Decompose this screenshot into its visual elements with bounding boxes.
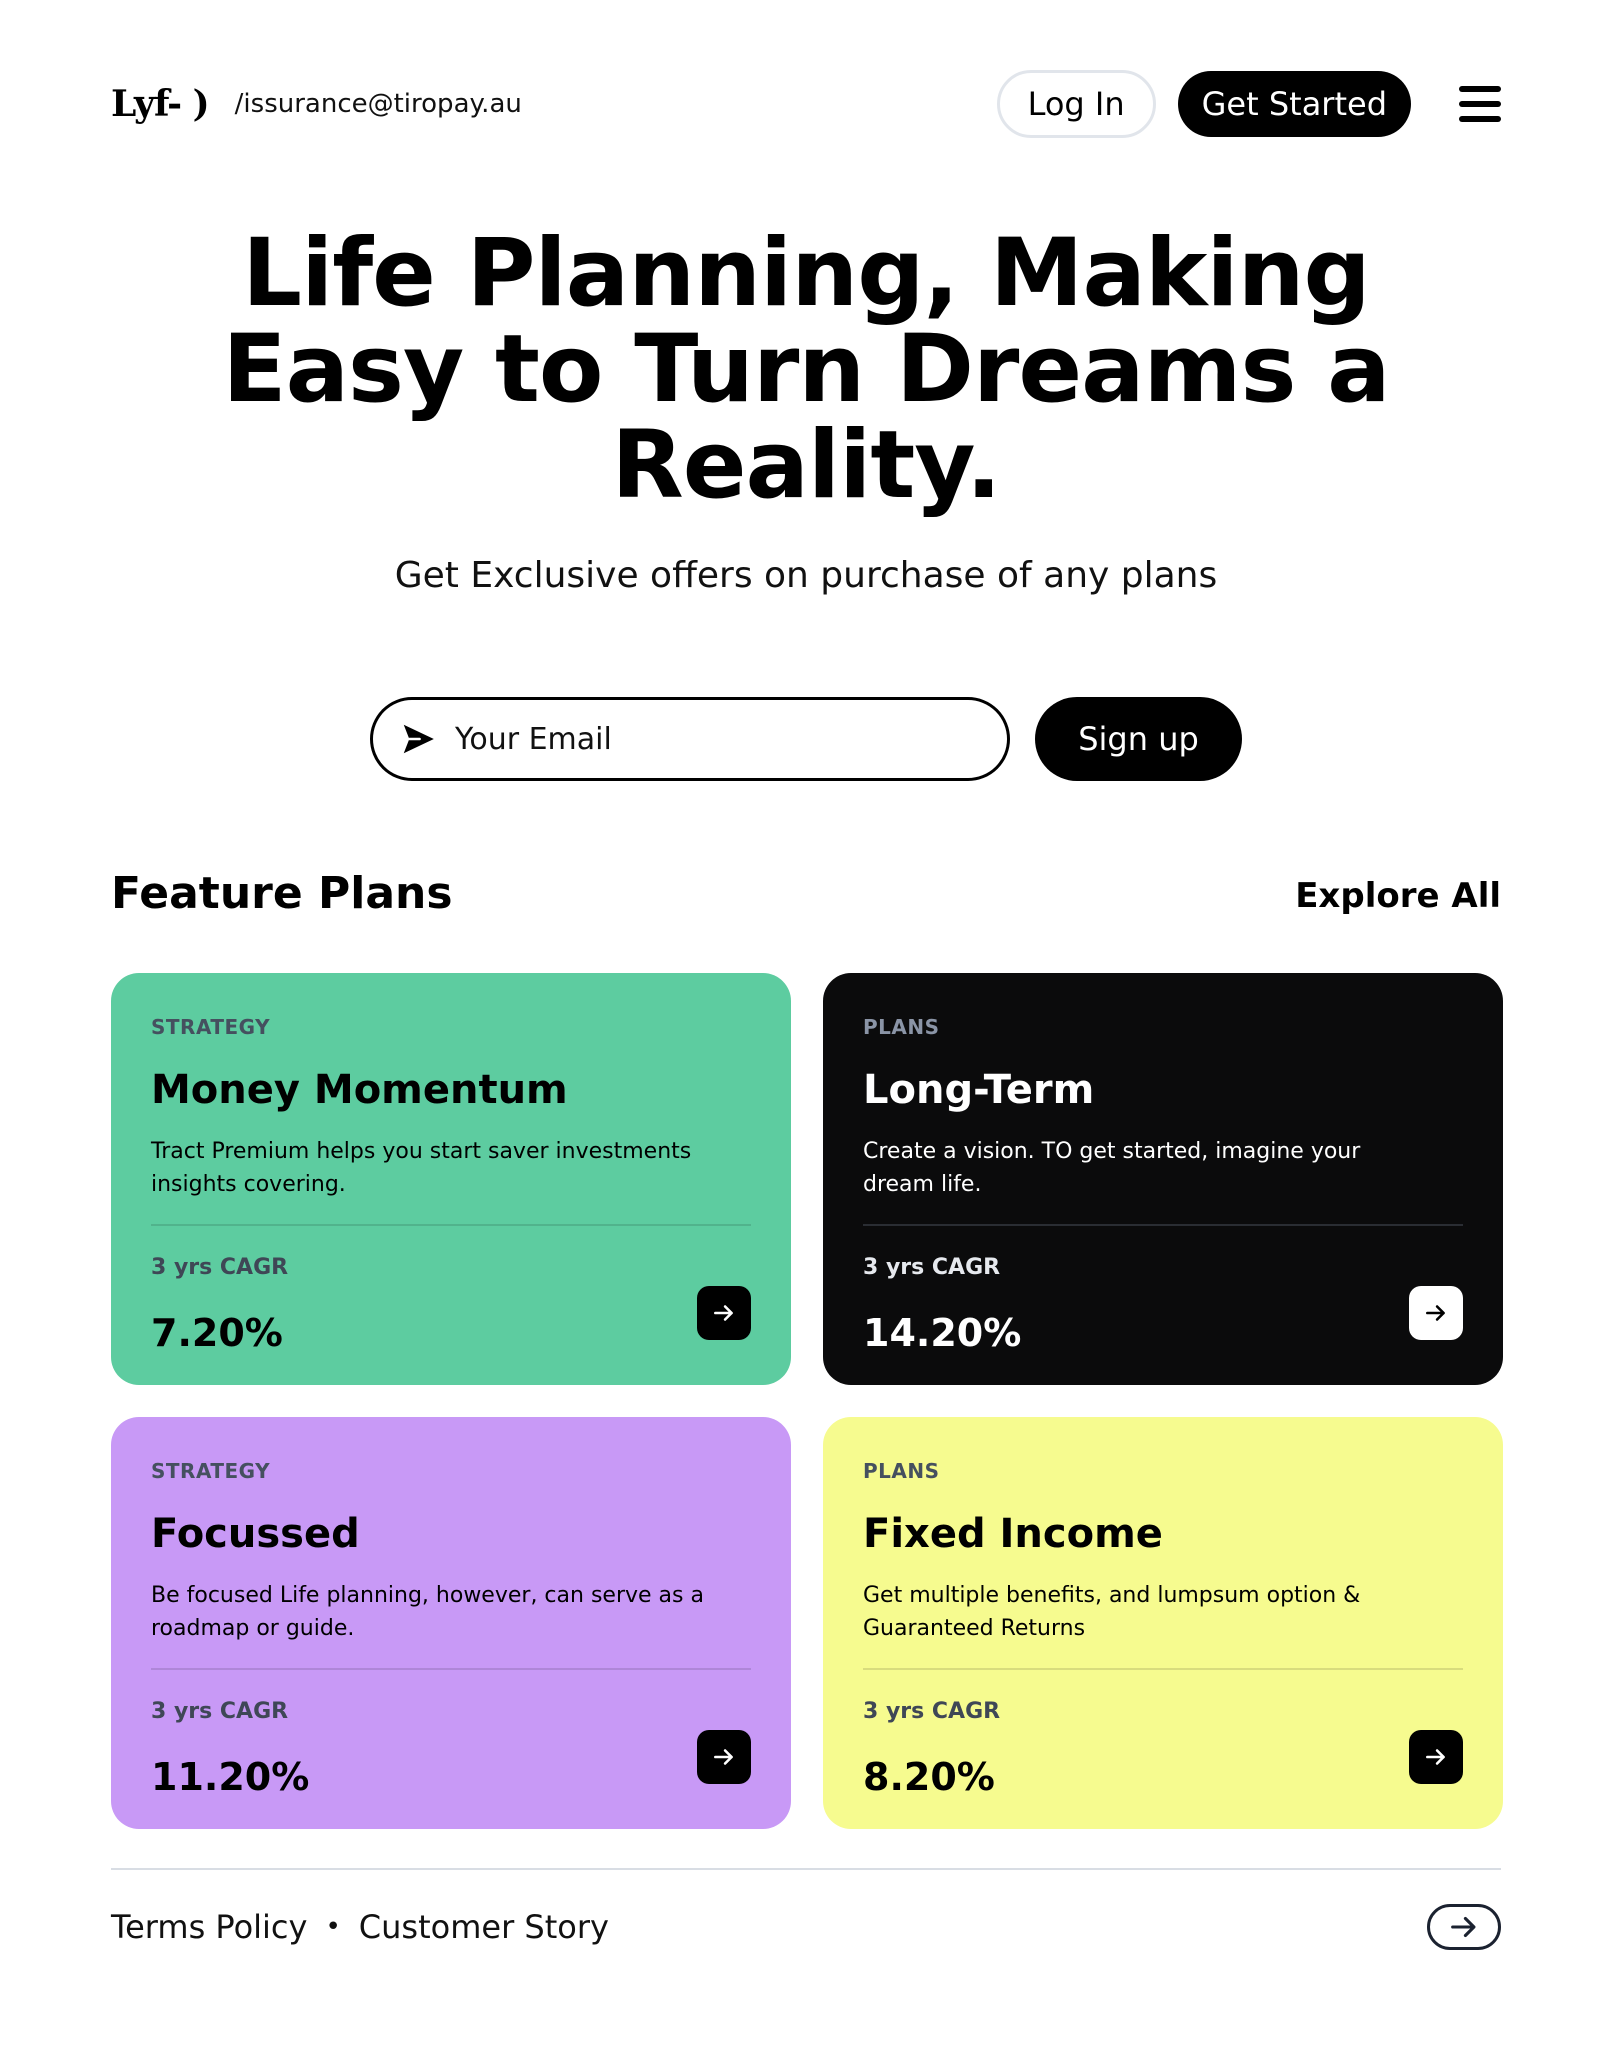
card-kicker: PLANS	[863, 1015, 940, 1039]
plan-card-long-term[interactable]: PLANS Long-Term Create a vision. TO get …	[823, 973, 1503, 1385]
card-description: Be focused Life planning, however, can s…	[151, 1583, 704, 1641]
card-divider	[863, 1224, 1463, 1226]
card-description: Tract Premium helps you start saver inve…	[151, 1139, 692, 1197]
card-description: Get multiple benefits, and lumpsum optio…	[863, 1583, 1361, 1641]
card-kicker: PLANS	[863, 1459, 940, 1483]
footer-divider	[111, 1868, 1501, 1870]
cagr-value: 11.20%	[151, 1755, 310, 1799]
footer-separator: •	[325, 1912, 341, 1942]
customer-story-link[interactable]: Customer Story	[359, 1908, 609, 1946]
arrow-right-icon[interactable]	[1409, 1286, 1463, 1340]
hero-title: Life Planning, Making Easy to Turn Dream…	[222, 219, 1390, 520]
plan-card-money-momentum[interactable]: STRATEGY Money Momentum Tract Premium he…	[111, 973, 791, 1385]
section-title: Feature Plans	[111, 868, 453, 919]
email-field[interactable]	[370, 697, 1010, 781]
card-title: Fixed Income	[863, 1511, 1163, 1557]
card-kicker: STRATEGY	[151, 1015, 271, 1039]
plan-card-fixed-income[interactable]: PLANS Fixed Income Get multiple benefits…	[823, 1417, 1503, 1829]
card-title: Focussed	[151, 1511, 360, 1557]
arrow-right-icon[interactable]	[1427, 1904, 1501, 1950]
cagr-value: 8.20%	[863, 1755, 995, 1799]
cagr-label: 3 yrs CAGR	[151, 1255, 289, 1280]
arrow-right-icon[interactable]	[697, 1730, 751, 1784]
sign-up-button[interactable]: Sign up	[1035, 697, 1242, 781]
login-button[interactable]: Log In	[996, 70, 1156, 138]
logo[interactable]: Lyf- )	[111, 83, 210, 125]
card-divider	[863, 1668, 1463, 1670]
card-divider	[151, 1668, 751, 1670]
cagr-value: 7.20%	[151, 1311, 283, 1355]
hero-subtitle: Get Exclusive offers on purchase of any …	[394, 555, 1218, 596]
send-icon	[403, 724, 434, 754]
card-kicker: STRATEGY	[151, 1459, 271, 1483]
arrow-right-icon[interactable]	[1409, 1730, 1463, 1784]
header-actions: Log In Get Started	[996, 70, 1501, 138]
cagr-value: 14.20%	[863, 1311, 1022, 1355]
card-title: Long-Term	[863, 1067, 1095, 1113]
header: Lyf- ) /issurance@tiropay.au Log In Get …	[111, 68, 1501, 140]
get-started-button[interactable]: Get Started	[1177, 71, 1411, 137]
contact-email[interactable]: /issurance@tiropay.au	[235, 89, 522, 119]
card-description: Create a vision. TO get started, imagine…	[863, 1139, 1361, 1197]
footer-links: Terms Policy • Customer Story	[111, 1908, 609, 1946]
terms-policy-link[interactable]: Terms Policy	[111, 1908, 307, 1946]
cagr-label: 3 yrs CAGR	[863, 1699, 1001, 1724]
email-input[interactable]	[455, 721, 975, 757]
arrow-right-icon[interactable]	[697, 1286, 751, 1340]
hamburger-menu-icon[interactable]	[1459, 86, 1501, 122]
cagr-label: 3 yrs CAGR	[151, 1699, 289, 1724]
cagr-label: 3 yrs CAGR	[863, 1255, 1001, 1280]
card-title: Money Momentum	[151, 1067, 568, 1113]
card-divider	[151, 1224, 751, 1226]
plan-card-focussed[interactable]: STRATEGY Focussed Be focused Life planni…	[111, 1417, 791, 1829]
explore-all-link[interactable]: Explore All	[1295, 876, 1501, 916]
